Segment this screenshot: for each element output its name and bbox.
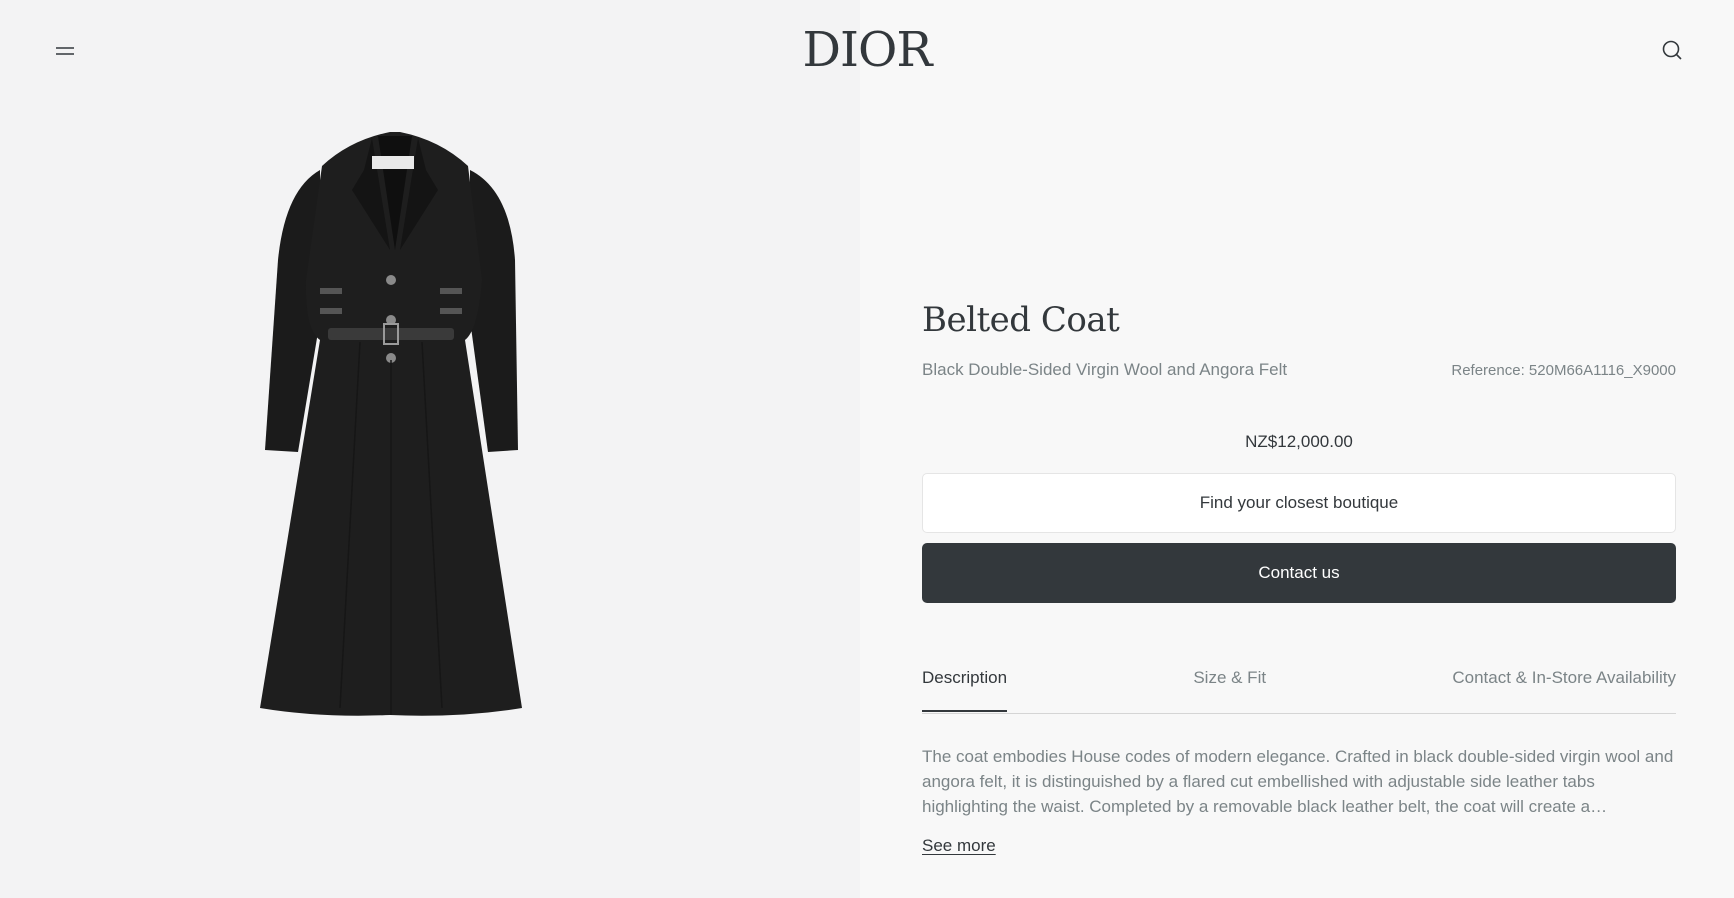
product-image-panel (0, 0, 860, 898)
search-button[interactable] (1656, 34, 1688, 66)
side-tab (440, 308, 462, 314)
product-tabs: Description Size & Fit Contact & In-Stor… (922, 668, 1676, 714)
menu-button[interactable] (46, 36, 84, 66)
product-subtitle: Black Double-Sided Virgin Wool and Angor… (922, 360, 1288, 379)
side-tab (320, 288, 342, 294)
coat-button (386, 275, 396, 285)
product-description: The coat embodies House codes of modern … (922, 747, 1674, 816)
see-more-link[interactable]: See more (922, 836, 996, 856)
tab-description[interactable]: Description (922, 668, 1008, 712)
product-price: NZ$12,000.00 (1245, 432, 1353, 451)
coat-illustration (260, 132, 522, 716)
side-tab (320, 308, 342, 314)
brand-label (372, 156, 414, 169)
search-icon (1662, 40, 1682, 60)
side-tab (440, 288, 462, 294)
product-title: Belted Coat (922, 300, 1120, 340)
contact-us-button[interactable]: Contact us (922, 543, 1676, 603)
belt (328, 328, 454, 340)
find-boutique-button[interactable]: Find your closest boutique (922, 473, 1676, 533)
product-image[interactable] (260, 130, 600, 790)
dior-logo[interactable]: DIOR (767, 20, 967, 80)
menu-icon (56, 47, 74, 55)
tab-size-fit[interactable]: Size & Fit (1193, 668, 1266, 712)
product-reference: Reference: 520M66A1116_X9000 (1451, 362, 1676, 379)
tab-contact-availability[interactable]: Contact & In-Store Availability (1452, 668, 1676, 712)
